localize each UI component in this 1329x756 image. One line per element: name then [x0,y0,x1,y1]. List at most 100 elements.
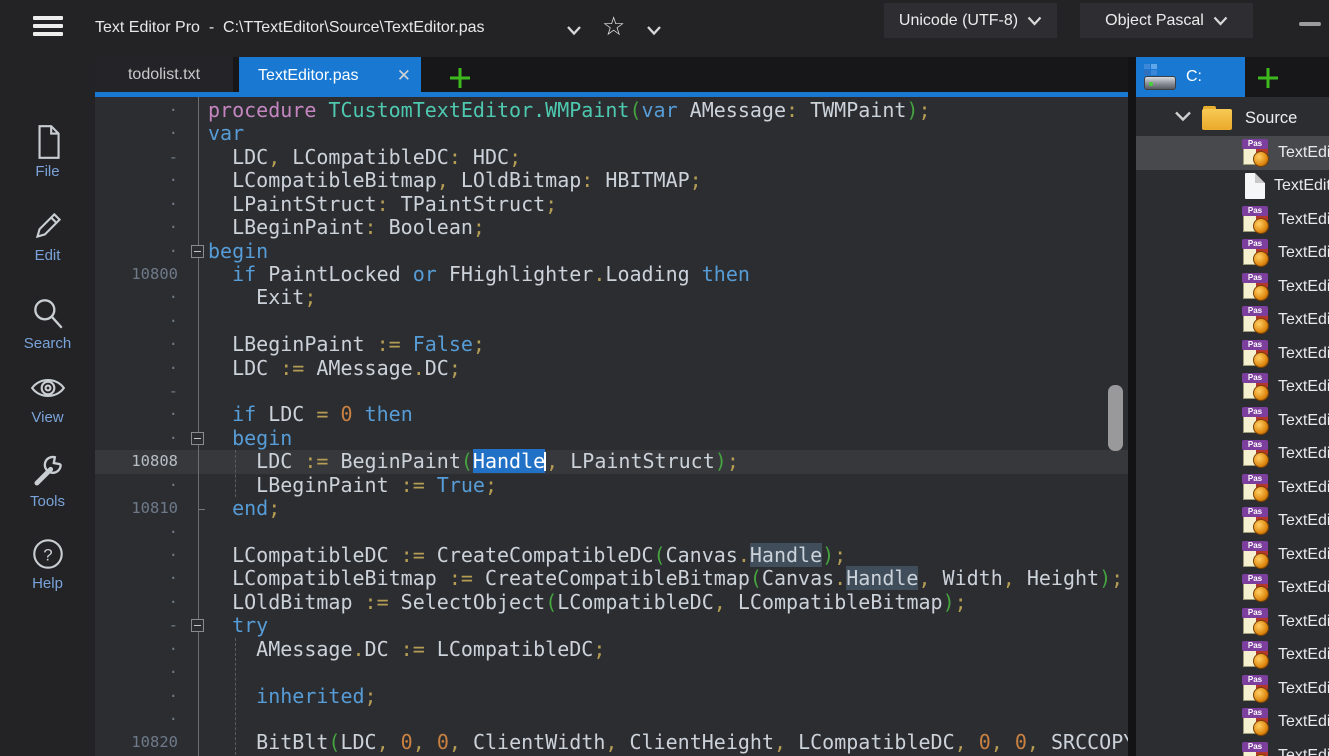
tab-todolist[interactable]: todolist.txt [95,57,233,92]
file-name: TextEditor [1278,613,1329,631]
sidebar-item-file[interactable]: File [0,123,95,180]
pascal-file-icon: Pas [1242,340,1269,368]
code-line[interactable]: · LDC := AMessage.DC; [95,357,1128,380]
file-path: C:\TTextEditor\Source\TextEditor.pas [223,19,484,36]
favorites-dropdown-chevron-icon[interactable] [646,23,662,41]
favorite-star-icon[interactable]: ☆ [602,11,625,41]
syntax-selector[interactable]: Object Pascal [1080,3,1253,38]
pascal-file-icon: Pas [1242,474,1269,502]
code-line[interactable]: - LDC, LCompatibleDC: HDC; [95,146,1128,169]
file-item[interactable]: PasTextEditor [1136,136,1329,170]
file-item[interactable]: Pas TextEditor [1136,505,1329,539]
code-line[interactable]: 10800 if PaintLocked or FHighlighter.Loa… [95,263,1128,286]
pascal-file-icon: Pas [1242,541,1269,569]
file-item[interactable]: TextEditor [1136,170,1329,204]
new-tab-button[interactable] [448,66,472,95]
sidebar-item-view[interactable]: View [0,369,95,426]
file-item[interactable]: PasTextEditor [1136,471,1329,505]
hamburger-menu-icon[interactable] [33,16,63,40]
gutter-marker: · [95,216,178,239]
code-line[interactable]: - try [95,614,1128,637]
code-line[interactable]: · begin [95,427,1128,450]
path-dropdown-chevron-icon[interactable] [566,23,582,41]
file-item[interactable]: Pas TextEditor [1136,605,1329,639]
file-item[interactable]: PasTextEditor [1136,538,1329,572]
code-lines: ·procedure TCustomTextEditor.WMPaint(var… [95,99,1128,755]
file-name: TextEditor [1278,412,1329,430]
file-item[interactable]: PasTextEditor [1136,438,1329,472]
pascal-file-icon: Pas [1242,742,1269,756]
code-line[interactable]: · LBeginPaint: Boolean; [95,216,1128,239]
file-item[interactable]: PasTextEditor [1136,237,1329,271]
code-line[interactable]: 10808 LDC := BeginPaint(Handle, LPaintSt… [95,450,1128,473]
code-line[interactable]: 10820 BitBlt(LDC, 0, 0, ClientWidth, Cli… [95,731,1128,754]
code-line[interactable]: · LCompatibleDC := CreateCompatibleDC(Ca… [95,544,1128,567]
code-line[interactable]: · if LDC = 0 then [95,403,1128,426]
code-line[interactable]: ·procedure TCustomTextEditor.WMPaint(var… [95,99,1128,122]
panel-splitter[interactable] [1128,57,1136,756]
code-line[interactable]: · [95,708,1128,731]
sidebar-item-search[interactable]: Search [0,295,95,352]
gutter-marker: · [95,310,178,333]
file-item[interactable]: PasTextEditor [1136,371,1329,405]
chevron-down-icon [1027,16,1042,26]
sidebar-item-tools[interactable]: Tools [0,453,95,510]
file-item[interactable]: PasTextEditor [1136,304,1329,338]
code-line[interactable]: · LOldBitmap := SelectObject(LCompatible… [95,591,1128,614]
add-drive-tab-button[interactable] [1256,66,1280,95]
code-line[interactable]: · inherited; [95,685,1128,708]
gutter-marker: · [95,193,178,216]
file-item[interactable]: PasTextEditor [1136,203,1329,237]
fold-collapse-icon[interactable] [191,432,204,445]
code-line[interactable]: ·begin [95,240,1128,263]
code-editor[interactable]: ·procedure TCustomTextEditor.WMPaint(var… [95,97,1128,756]
code-line[interactable]: ·var [95,122,1128,145]
fold-collapse-icon[interactable] [191,619,204,632]
code-line[interactable]: · AMessage.DC := LCompatibleDC; [95,638,1128,661]
pascal-file-icon: Pas [1242,507,1269,535]
gutter-marker: · [95,474,178,497]
tab-texteditor-active[interactable]: TextEditor.pas ✕ [239,57,421,97]
code-line[interactable]: · LCompatibleBitmap := CreateCompatibleB… [95,567,1128,590]
code-line[interactable]: · LPaintStruct: TPaintStruct; [95,193,1128,216]
eye-icon [29,369,67,407]
code-line[interactable]: · [95,310,1128,333]
close-tab-icon[interactable]: ✕ [397,57,411,94]
drive-tab-c[interactable]: C: [1136,57,1245,97]
code-line[interactable]: · Exit; [95,286,1128,309]
gutter-marker: · [95,122,178,145]
code-line[interactable]: · [95,521,1128,544]
file-explorer-panel: C: Source Pas TextEditor TextEditor Pas Text… [1136,57,1329,756]
gutter-marker: - [95,380,178,403]
file-item[interactable]: PasTextEditor [1136,739,1329,756]
file-item[interactable]: PasTextEditor [1136,572,1329,606]
pascal-file-icon: Pas [1242,641,1269,669]
file-item[interactable]: PasTextEditor [1136,706,1329,740]
code-line[interactable]: 10810 end; [95,497,1128,520]
pascal-file-icon: Pas [1242,608,1269,636]
file-item[interactable]: PasTextEditor [1136,404,1329,438]
file-item[interactable]: PasTextEditor [1136,270,1329,304]
gutter-marker: 10820 [95,731,178,754]
code-line[interactable]: · LCompatibleBitmap, LOldBitmap: HBITMAP… [95,169,1128,192]
file-icon [29,123,67,161]
sidebar-item-edit[interactable]: Edit [0,207,95,264]
file-item[interactable]: PasTextEditor [1136,639,1329,673]
text-editor-pro-window: Text Editor Pro - C:\TTextEditor\Source\… [0,0,1329,756]
code-line[interactable]: - [95,380,1128,403]
file-item[interactable]: PasTextEditor [1136,337,1329,371]
chevron-down-icon[interactable] [1174,109,1192,127]
gutter-marker: - [95,614,178,637]
encoding-selector[interactable]: Unicode (UTF-8) [884,3,1057,38]
minimize-button[interactable] [1299,22,1321,26]
code-line[interactable]: · [95,661,1128,684]
fold-collapse-icon[interactable] [191,245,204,258]
code-line[interactable]: · LBeginPaint := True; [95,474,1128,497]
gutter-marker: · [95,544,178,567]
editor-scrollbar-thumb[interactable] [1108,385,1123,451]
code-line[interactable]: · LBeginPaint := False; [95,333,1128,356]
tree-folder-source[interactable]: Source [1136,100,1329,136]
file-name: TextEditor [1278,512,1329,530]
file-item[interactable]: PasTextEditor [1136,672,1329,706]
sidebar-item-help[interactable]: ? Help [0,535,95,592]
